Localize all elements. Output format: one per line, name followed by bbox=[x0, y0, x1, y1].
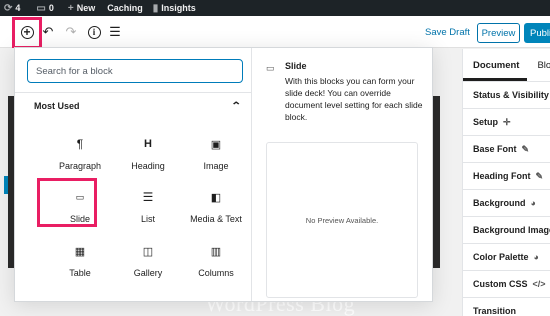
block-label: Paragraph bbox=[58, 161, 102, 171]
publish-button[interactable]: Publi bbox=[524, 23, 550, 43]
new-item[interactable]: + New bbox=[68, 3, 95, 14]
inserter-highlight-box bbox=[12, 17, 42, 49]
panel-background-image[interactable]: Background Image ▣ bbox=[463, 217, 550, 244]
image-icon: ▣ bbox=[210, 138, 222, 151]
panel-base-font[interactable]: Base Font ✎ bbox=[463, 136, 550, 163]
panel-label: Background bbox=[473, 198, 526, 208]
palette-icon: ◕ bbox=[530, 198, 536, 208]
tab-block[interactable]: Block bbox=[527, 60, 550, 81]
list-icon: ☰ bbox=[142, 190, 154, 204]
media-text-icon: ◧ bbox=[210, 191, 222, 204]
panel-custom-css[interactable]: Custom CSS </> bbox=[463, 271, 550, 298]
columns-icon: ▥ bbox=[210, 245, 222, 258]
block-columns[interactable]: ▥ Columns bbox=[181, 235, 251, 287]
insights-item[interactable]: ▮ Insights bbox=[153, 3, 196, 14]
block-label: Columns bbox=[198, 268, 234, 278]
new-label: New bbox=[76, 3, 96, 13]
code-icon: </> bbox=[532, 279, 546, 289]
panel-label: Base Font bbox=[473, 144, 517, 154]
panel-label: Custom CSS bbox=[473, 279, 528, 289]
block-image[interactable]: ▣ Image bbox=[181, 128, 251, 180]
block-label: Gallery bbox=[133, 268, 163, 278]
block-table[interactable]: ▦ Table bbox=[45, 235, 115, 287]
slide-highlight-box bbox=[37, 178, 97, 227]
undo-icon: ↶ bbox=[42, 24, 54, 39]
panel-setup[interactable]: Setup ✛ bbox=[463, 109, 550, 136]
edit-icon: ✎ bbox=[521, 143, 530, 154]
panel-status-visibility[interactable]: Status & Visibility bbox=[463, 82, 550, 109]
panel-heading-font[interactable]: Heading Font ✎ bbox=[463, 163, 550, 190]
palette-icon: ◕ bbox=[533, 252, 539, 262]
editor-toolbar: + ↶ ↷ i ☰ Save Draft Preview Publi bbox=[0, 16, 550, 48]
panel-background[interactable]: Background ◕ bbox=[463, 190, 550, 217]
edit-icon: ✎ bbox=[535, 170, 544, 181]
paragraph-icon: ¶ bbox=[76, 137, 84, 151]
panel-color-palette[interactable]: Color Palette ◕ bbox=[463, 244, 550, 271]
settings-sidebar: Document Block Status & Visibility Setup… bbox=[462, 49, 550, 316]
block-label: Image bbox=[203, 161, 229, 171]
block-media-text[interactable]: ◧ Media & Text bbox=[181, 181, 251, 233]
block-inserter-popover: Most Used ⌃ ¶ Paragraph H Heading ▣ Imag… bbox=[14, 47, 433, 302]
preview-box: No Preview Available. bbox=[266, 142, 418, 298]
caching-label: Caching bbox=[107, 3, 143, 13]
block-label: Media & Text bbox=[190, 214, 242, 224]
gallery-icon: ◫ bbox=[142, 245, 154, 258]
sidebar-tabs: Document Block bbox=[463, 49, 550, 82]
inserter-panel: Most Used ⌃ ¶ Paragraph H Heading ▣ Imag… bbox=[15, 48, 252, 301]
most-used-section-toggle[interactable]: Most Used ⌃ bbox=[15, 92, 252, 119]
table-icon: ▦ bbox=[74, 245, 86, 258]
panel-label: Transition bbox=[473, 306, 517, 316]
refresh-icon: ⟳ bbox=[4, 2, 13, 14]
panel-label: Heading Font bbox=[473, 171, 531, 181]
comments-item[interactable]: ▭ 0 bbox=[36, 3, 53, 14]
tab-document[interactable]: Document bbox=[463, 60, 528, 81]
info-icon: i bbox=[87, 25, 101, 39]
preview-button[interactable]: Preview bbox=[477, 23, 520, 43]
save-draft-button[interactable]: Save Draft bbox=[425, 27, 470, 38]
updates-item[interactable]: ⟳ 4 bbox=[4, 3, 20, 14]
section-title: Most Used bbox=[34, 101, 80, 111]
heading-icon: H bbox=[144, 138, 152, 150]
block-paragraph[interactable]: ¶ Paragraph bbox=[45, 128, 115, 180]
block-label: Heading bbox=[131, 161, 165, 171]
crosshair-icon: ✛ bbox=[503, 116, 511, 127]
comments-count: 0 bbox=[48, 3, 54, 13]
caching-item[interactable]: Caching bbox=[107, 3, 143, 13]
panel-label: Background Image bbox=[473, 225, 550, 235]
slide-icon: ▭ bbox=[266, 63, 275, 73]
redo-icon: ↷ bbox=[65, 24, 77, 39]
block-gallery[interactable]: ◫ Gallery bbox=[113, 235, 183, 287]
plus-icon: + bbox=[67, 2, 74, 14]
panel-label: Color Palette bbox=[473, 252, 529, 262]
preview-description: With this blocks you can form your slide… bbox=[285, 76, 423, 122]
block-navigation-button[interactable]: ☰ bbox=[105, 22, 125, 42]
preview-title: Slide bbox=[285, 61, 307, 71]
panel-transition[interactable]: Transition bbox=[463, 298, 550, 316]
block-list[interactable]: ☰ List bbox=[113, 181, 183, 233]
bar-chart-icon: ▮ bbox=[152, 2, 159, 14]
admin-bar: ⟳ 4 ▭ 0 + New Caching ▮ Insights bbox=[0, 0, 550, 16]
block-search-input[interactable] bbox=[27, 59, 243, 83]
block-label: Table bbox=[69, 268, 91, 278]
comment-icon: ▭ bbox=[36, 2, 46, 14]
redo-button[interactable]: ↷ bbox=[61, 22, 81, 42]
list-icon: ☰ bbox=[109, 24, 121, 39]
content-info-button[interactable]: i bbox=[84, 22, 104, 42]
panel-label: Setup bbox=[473, 117, 499, 127]
block-heading[interactable]: H Heading bbox=[113, 128, 183, 180]
block-preview-panel: ▭ Slide With this blocks you can form yo… bbox=[252, 48, 432, 301]
updates-count: 4 bbox=[15, 3, 21, 13]
block-label: List bbox=[140, 214, 155, 224]
preview-empty-text: No Preview Available. bbox=[305, 215, 379, 225]
chevron-up-icon: ⌃ bbox=[230, 100, 242, 112]
panel-label: Status & Visibility bbox=[473, 90, 549, 100]
insights-label: Insights bbox=[161, 3, 196, 13]
